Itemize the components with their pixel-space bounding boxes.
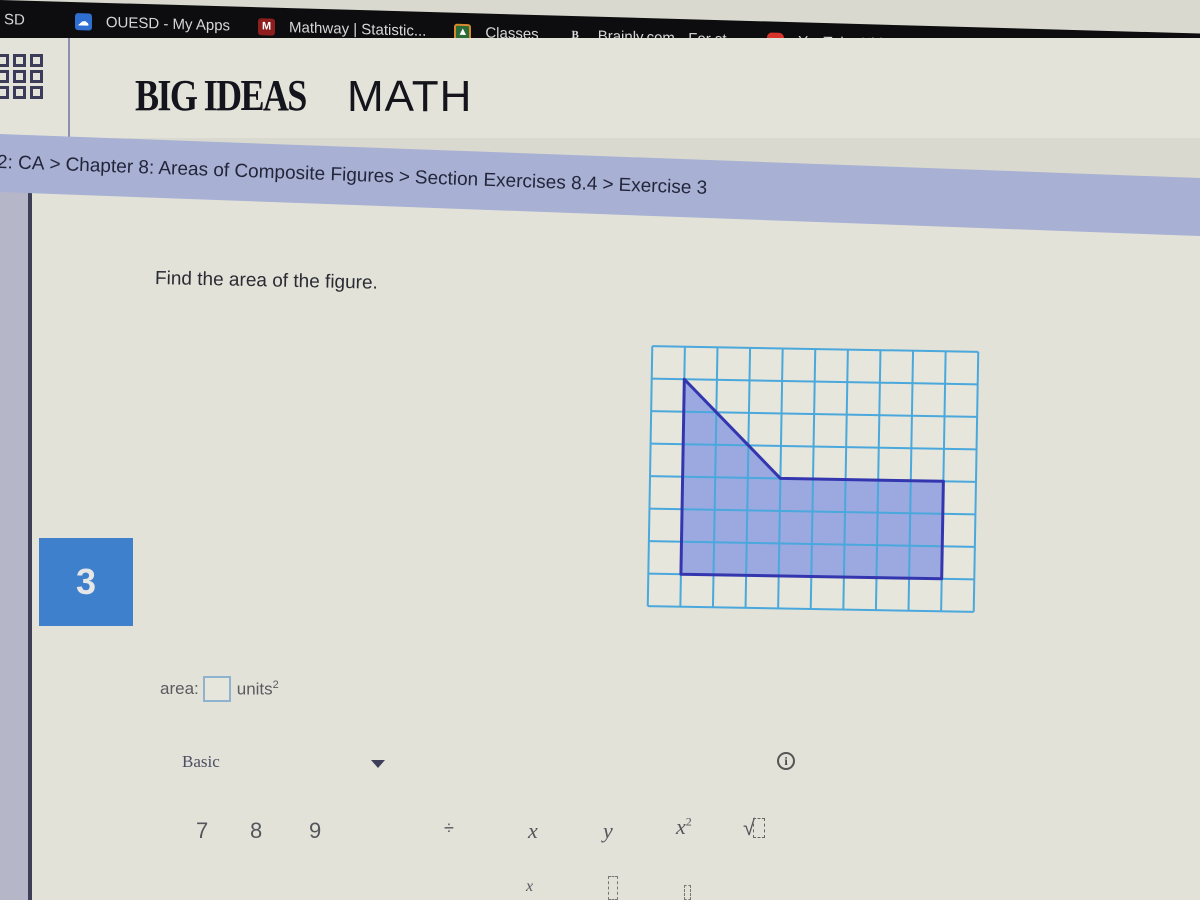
- key-x-squared[interactable]: x2: [676, 814, 692, 840]
- key-7[interactable]: 7: [196, 818, 208, 844]
- content-area: [32, 190, 1200, 900]
- breadcrumb-separator: >: [602, 174, 614, 196]
- bookmark-label: Mathway | Statistic...: [289, 18, 427, 40]
- bookmark-ouesd[interactable]: ☁ OUESD - My Apps: [74, 12, 231, 34]
- area-label: area:: [160, 679, 199, 698]
- exercise-prompt: Find the area of the figure.: [154, 268, 379, 294]
- key-placeholder-box[interactable]: [608, 876, 618, 900]
- dropdown-arrow-icon[interactable]: [371, 760, 385, 768]
- site-header: BIG IDEAS MATH: [0, 38, 1200, 138]
- breadcrumb-separator: >: [398, 166, 411, 189]
- answer-row: area: units2: [160, 676, 279, 702]
- breadcrumb: 2: CA > Chapter 8: Areas of Composite Figu…: [0, 152, 708, 200]
- mathway-m-icon: M: [258, 17, 276, 36]
- logo-part2: MATH: [347, 72, 473, 121]
- key-partial-x[interactable]: x: [526, 878, 533, 896]
- key-square-root[interactable]: √: [743, 815, 766, 841]
- key-x[interactable]: x: [528, 818, 538, 844]
- bookmark-label: OUESD - My Apps: [105, 13, 231, 34]
- left-rail: [0, 180, 32, 900]
- key-y[interactable]: y: [603, 818, 613, 844]
- cloud-app-icon: ☁: [74, 12, 92, 31]
- breadcrumb-section[interactable]: Section Exercises 8.4: [414, 167, 597, 195]
- units-label: units2: [236, 678, 279, 699]
- key-placeholder-box[interactable]: [684, 885, 691, 900]
- breadcrumb-chapter[interactable]: Chapter 8: Areas of Composite Figures: [65, 154, 394, 187]
- header-divider: [68, 38, 70, 138]
- apps-grid-icon[interactable]: [0, 54, 44, 99]
- breadcrumb-course[interactable]: 2: CA: [0, 152, 45, 175]
- exercise-number-badge: 3: [39, 538, 133, 626]
- breadcrumb-separator: >: [49, 153, 61, 176]
- big-ideas-math-logo[interactable]: BIG IDEAS MATH: [135, 70, 471, 121]
- key-8[interactable]: 8: [250, 818, 262, 844]
- breadcrumb-exercise: Exercise 3: [618, 174, 708, 199]
- bookmark-cutoff[interactable]: SD: [4, 11, 25, 29]
- logo-part1: BIG IDEAS: [135, 71, 307, 120]
- key-9[interactable]: 9: [309, 818, 321, 844]
- key-divide[interactable]: ÷: [444, 818, 454, 839]
- bookmark-label: SD: [4, 10, 25, 29]
- info-icon[interactable]: i: [777, 752, 795, 770]
- composite-figure: [646, 345, 980, 613]
- area-answer-input[interactable]: [202, 676, 231, 702]
- bookmark-mathway[interactable]: M Mathway | Statistic...: [258, 17, 427, 40]
- keypad-mode-select[interactable]: Basic: [182, 752, 220, 772]
